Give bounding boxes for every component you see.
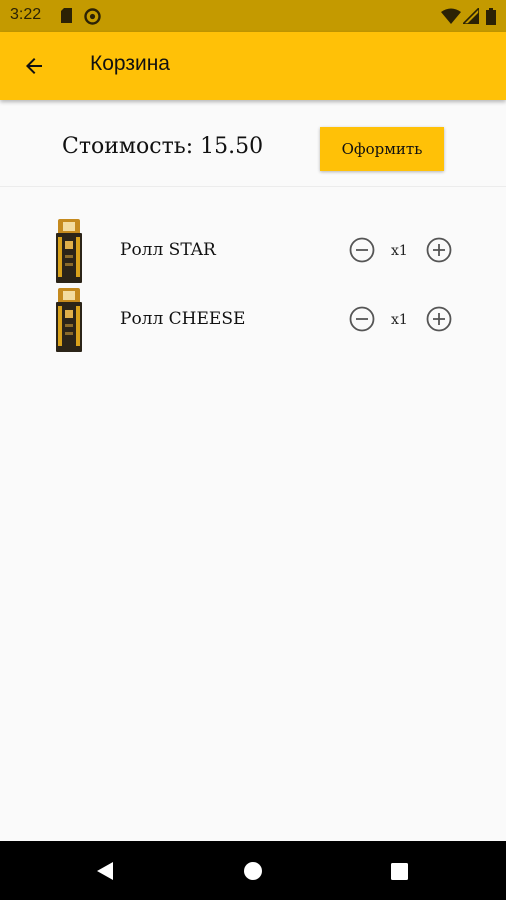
minus-circle-icon[interactable]: [349, 306, 375, 332]
sim-card-icon: [61, 8, 72, 23]
status-bar: 3:22: [0, 0, 506, 32]
home-circle-icon[interactable]: [243, 861, 263, 881]
back-triangle-icon[interactable]: [95, 861, 115, 881]
plus-circle-icon[interactable]: [426, 237, 452, 263]
product-thumbnail: [56, 288, 82, 352]
recents-square-icon[interactable]: [390, 862, 409, 881]
total-cost-label: Стоимость: 15.50: [62, 134, 264, 159]
minus-circle-icon[interactable]: [349, 237, 375, 263]
signal-icon: [463, 8, 479, 24]
item-name: Ролл STAR: [120, 240, 216, 260]
plus-circle-icon[interactable]: [426, 306, 452, 332]
list-item[interactable]: Ролл CHEESE x1: [0, 287, 506, 353]
checkout-button[interactable]: Оформить: [320, 127, 444, 171]
product-thumbnail: [56, 219, 82, 283]
app-bar: Корзина: [0, 32, 506, 100]
item-quantity: x1: [391, 312, 408, 328]
item-quantity: x1: [391, 243, 408, 259]
arrow-left-icon: [26, 58, 42, 74]
battery-icon: [486, 8, 496, 25]
do-not-disturb-icon: [84, 8, 101, 25]
item-name: Ролл CHEESE: [120, 309, 246, 329]
system-nav-bar: [0, 841, 506, 900]
page-title: Корзина: [90, 52, 170, 75]
back-button[interactable]: [16, 48, 52, 84]
list-item[interactable]: Ролл STAR x1: [0, 218, 506, 284]
wifi-icon: [441, 8, 461, 24]
status-time: 3:22: [10, 6, 42, 23]
